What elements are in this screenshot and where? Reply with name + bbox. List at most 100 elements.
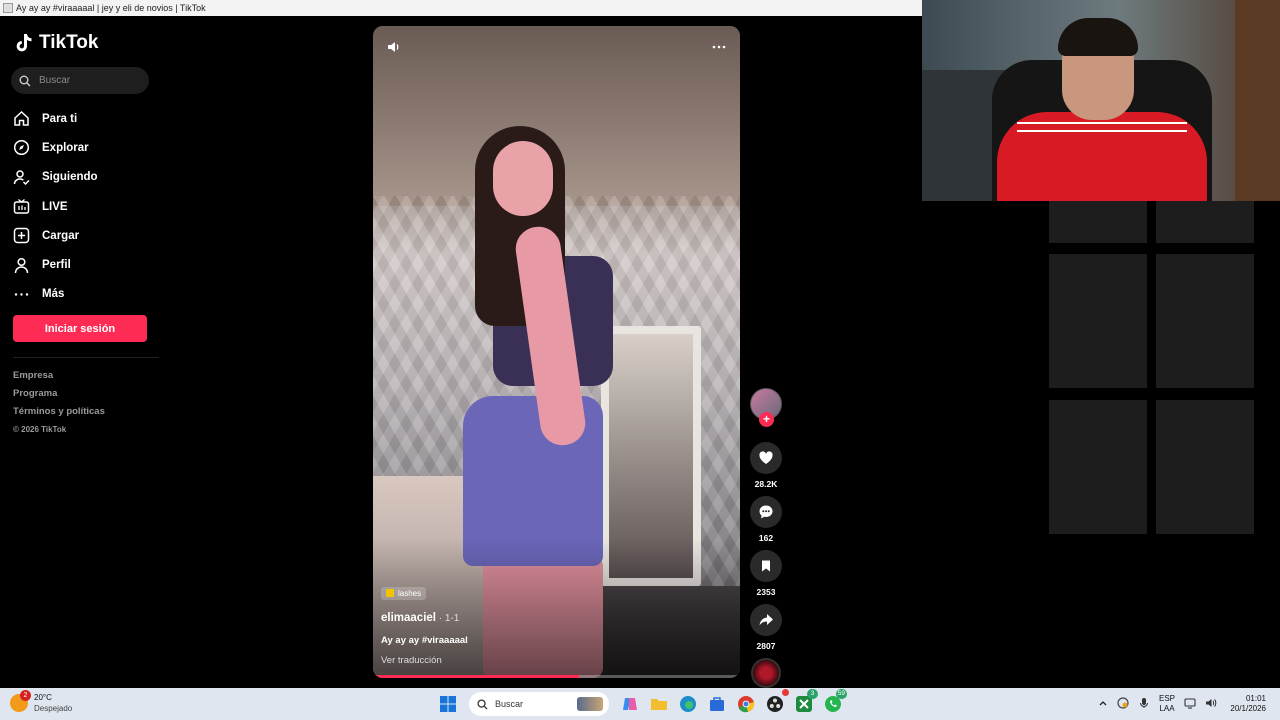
sidebar-item-label: Para ti bbox=[42, 112, 78, 125]
edge-icon[interactable] bbox=[676, 692, 700, 716]
comment-icon bbox=[759, 505, 773, 519]
music-disc-icon[interactable] bbox=[751, 658, 781, 688]
sidebar-item-live[interactable]: LIVE bbox=[13, 192, 153, 221]
display-icon[interactable] bbox=[1184, 697, 1196, 711]
search-highlight-image bbox=[577, 697, 603, 711]
sidebar-item-label: Siguiendo bbox=[42, 171, 98, 184]
volume-icon[interactable] bbox=[1205, 697, 1217, 711]
volume-icon[interactable] bbox=[387, 40, 401, 54]
tiktok-favicon-icon bbox=[3, 3, 13, 13]
search-box[interactable] bbox=[11, 67, 149, 94]
window-title: Ay ay ay #viraaaaal | jey y eli de novio… bbox=[16, 3, 206, 13]
sidebar-item-label: Explorar bbox=[42, 141, 89, 154]
share-action[interactable]: 2807 bbox=[748, 604, 784, 652]
like-count: 28.2K bbox=[754, 479, 778, 489]
windows-taskbar: 2 20°C Despejado Buscar 3 59 ESP LAA 01:… bbox=[0, 688, 1280, 720]
chevron-up-icon[interactable] bbox=[1098, 698, 1108, 710]
xbox-icon[interactable]: 3 bbox=[792, 689, 818, 716]
clock-date: 20/1/2026 bbox=[1230, 704, 1266, 713]
sidebar-item-explorar[interactable]: Explorar bbox=[13, 133, 153, 162]
video-info: lashes elimaaciel · 1-1 Ay ay ay #viraaa… bbox=[381, 584, 681, 666]
video-caption: Ay ay ay #viraaaaal bbox=[381, 635, 468, 646]
thumbnail-tile bbox=[1049, 400, 1147, 534]
thumbnail-tile bbox=[1156, 400, 1254, 534]
effect-tag-label: lashes bbox=[398, 588, 422, 598]
sidebar-item-label: Cargar bbox=[42, 229, 80, 242]
windows-logo-icon bbox=[440, 696, 456, 712]
language-code: ESP bbox=[1159, 694, 1176, 703]
author-name[interactable]: elimaaciel bbox=[381, 612, 436, 624]
effect-tag[interactable]: lashes bbox=[381, 586, 427, 600]
sidebar-nav: Para ti Explorar Siguiendo LIVE Cargar P… bbox=[13, 104, 153, 309]
home-icon bbox=[14, 111, 29, 126]
recording-dot bbox=[782, 689, 789, 696]
webcam-bg-door bbox=[1235, 0, 1280, 201]
creator-avatar[interactable]: + bbox=[750, 388, 782, 427]
system-tray: ESP LAA bbox=[1098, 694, 1217, 714]
upload-icon bbox=[13, 228, 30, 244]
whatsapp-icon[interactable]: 59 bbox=[821, 689, 847, 716]
keyboard-layout: LAA bbox=[1159, 704, 1175, 713]
thumbnail-tile bbox=[1156, 254, 1254, 388]
bookmark-icon bbox=[762, 560, 770, 572]
sidebar-item-para-ti[interactable]: Para ti bbox=[13, 104, 153, 133]
webcam-shirt-stripes bbox=[1017, 122, 1187, 132]
tiktok-app: TikTok Para ti Explorar Siguiendo LIVE bbox=[0, 16, 922, 688]
sidebar-item-label: Perfil bbox=[42, 259, 71, 272]
video-player[interactable]: lashes elimaaciel · 1-1 Ay ay ay #viraaa… bbox=[373, 26, 740, 678]
weather-widget[interactable]: 2 20°C Despejado bbox=[10, 690, 73, 714]
save-action[interactable]: 2353 bbox=[748, 550, 784, 598]
footer-copyright: © 2026 TikTok bbox=[13, 425, 67, 434]
logo-text: TikTok bbox=[39, 32, 99, 53]
login-button[interactable]: Iniciar sesión bbox=[13, 315, 147, 342]
live-icon bbox=[13, 199, 30, 214]
post-date: · 1-1 bbox=[435, 613, 460, 624]
system-clock[interactable]: 01:01 20/1/2026 bbox=[1230, 694, 1266, 714]
follow-plus-icon[interactable]: + bbox=[759, 412, 774, 427]
effect-tag-icon bbox=[386, 589, 394, 597]
tray-app-icon[interactable] bbox=[1117, 697, 1129, 711]
weather-desc: Despejado bbox=[34, 704, 73, 713]
comment-action[interactable]: 162 bbox=[748, 496, 784, 544]
start-button[interactable] bbox=[436, 692, 460, 716]
webcam-person-hair bbox=[1058, 18, 1138, 56]
following-icon bbox=[13, 169, 30, 185]
share-icon bbox=[759, 614, 773, 626]
clock-time: 01:01 bbox=[1245, 694, 1266, 703]
footer-link-programa[interactable]: Programa bbox=[13, 388, 105, 406]
sidebar-item-label: Más bbox=[42, 288, 65, 301]
taskbar-search[interactable]: Buscar bbox=[469, 692, 609, 716]
language-indicator[interactable]: ESP LAA bbox=[1159, 694, 1175, 714]
sidebar-item-perfil[interactable]: Perfil bbox=[13, 250, 153, 279]
thumbnail-tile bbox=[1049, 254, 1147, 388]
sidebar-item-cargar[interactable]: Cargar bbox=[13, 221, 153, 250]
see-translation-link[interactable]: Ver traducción bbox=[381, 655, 681, 666]
chrome-icon[interactable] bbox=[734, 692, 758, 716]
sidebar-item-mas[interactable]: Más bbox=[13, 280, 153, 309]
footer-link-empresa[interactable]: Empresa bbox=[13, 370, 105, 388]
store-icon[interactable] bbox=[705, 692, 729, 716]
more-options-icon[interactable] bbox=[712, 40, 726, 54]
file-explorer-icon[interactable] bbox=[647, 692, 671, 716]
weather-badge: 2 bbox=[20, 690, 31, 701]
video-progress-fill bbox=[373, 675, 579, 678]
copilot-icon[interactable] bbox=[618, 692, 642, 716]
microphone-icon[interactable] bbox=[1138, 697, 1150, 711]
video-author[interactable]: elimaaciel · 1-1 bbox=[381, 612, 681, 624]
search-icon bbox=[19, 75, 31, 86]
sidebar-item-siguiendo[interactable]: Siguiendo bbox=[13, 163, 153, 192]
taskbar-search-label: Buscar bbox=[495, 699, 524, 709]
window-title-bar: Ay ay ay #viraaaaal | jey y eli de novio… bbox=[0, 0, 922, 16]
comment-count: 162 bbox=[758, 533, 774, 543]
thumbnail-tile bbox=[1156, 201, 1254, 243]
footer-link-terminos[interactable]: Términos y políticas bbox=[13, 406, 105, 424]
like-action[interactable]: 28.2K bbox=[748, 442, 784, 490]
tiktok-logo[interactable]: TikTok bbox=[15, 32, 98, 54]
heart-icon bbox=[759, 451, 773, 464]
obs-icon[interactable] bbox=[763, 689, 789, 716]
video-progress-bar[interactable] bbox=[373, 675, 740, 678]
search-input[interactable] bbox=[39, 75, 139, 86]
profile-icon bbox=[14, 257, 29, 273]
video-person-face bbox=[493, 141, 553, 216]
taskbar-center: Buscar 3 59 bbox=[436, 689, 847, 716]
